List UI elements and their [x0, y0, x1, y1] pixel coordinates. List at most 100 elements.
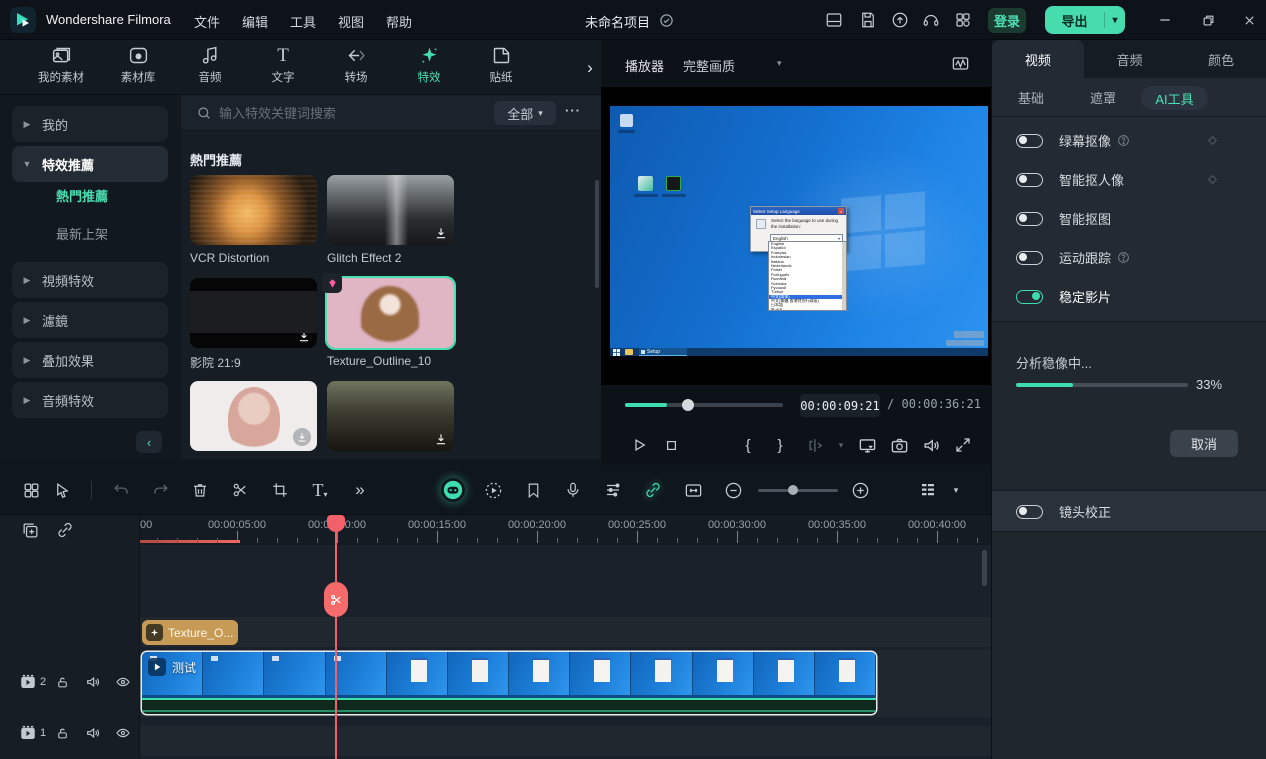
menu-view[interactable]: 视图 [327, 12, 375, 31]
voiceover-mic-button[interactable] [561, 478, 585, 502]
fit-timeline-button[interactable] [681, 478, 705, 502]
help-icon[interactable] [1117, 134, 1130, 147]
effect-thumbnail[interactable] [190, 381, 317, 451]
keyframe-diamond-icon[interactable] [1206, 134, 1219, 147]
mirror-screen-button[interactable] [855, 433, 879, 457]
sidebar-group-audio-effects[interactable]: ▶ 音頻特效 [12, 382, 168, 418]
render-preview-button[interactable] [481, 478, 505, 502]
sidebar-group-video-effects[interactable]: ▶ 視頻特效 [12, 262, 168, 298]
ai-copilot-button[interactable] [441, 478, 465, 502]
playhead-scissors-button[interactable] [324, 582, 348, 617]
lock-icon[interactable] [52, 723, 72, 743]
smart-cutout-toggle[interactable] [1016, 212, 1043, 226]
mute-icon[interactable] [83, 723, 103, 743]
tab-stock-media[interactable]: 素材库 [108, 45, 168, 91]
delete-button[interactable] [188, 478, 212, 502]
tab-text[interactable]: T 文字 [253, 45, 313, 91]
export-chevron-icon[interactable]: ▾ [1105, 15, 1125, 26]
effect-item[interactable]: Glitch Effect 2 [327, 175, 454, 265]
keyframe-diamond-icon[interactable] [1206, 173, 1219, 186]
trim-chevron-icon[interactable]: ▾ [829, 433, 853, 457]
stop-button[interactable] [659, 433, 683, 457]
menu-file[interactable]: 文件 [183, 12, 231, 31]
save-icon[interactable] [858, 10, 878, 30]
track-lane-video2[interactable] [140, 617, 991, 647]
volume-button[interactable] [919, 433, 943, 457]
cloud-upload-icon[interactable] [890, 10, 910, 30]
menu-help[interactable]: 帮助 [375, 12, 423, 31]
play-button[interactable] [627, 433, 651, 457]
effect-thumbnail[interactable] [327, 381, 454, 451]
effects-scrollbar[interactable] [595, 180, 599, 288]
subtab-mask[interactable]: 遮罩 [1090, 88, 1116, 107]
seek-handle[interactable] [682, 399, 694, 411]
add-text-button[interactable]: T▾ [308, 478, 332, 502]
menu-tools[interactable]: 工具 [279, 12, 327, 31]
sidebar-group-mine[interactable]: ▶ 我的 [12, 106, 168, 142]
subtab-basic[interactable]: 基础 [1018, 88, 1044, 107]
download-icon[interactable] [297, 329, 311, 343]
mute-icon[interactable] [83, 672, 103, 692]
motion-tracking-toggle[interactable] [1016, 251, 1043, 265]
eye-icon[interactable] [113, 672, 133, 692]
zoom-slider[interactable] [758, 489, 838, 492]
timeline-ruler[interactable]: :00:0000:00:05:0000:00:10:0000:00:15:000… [0, 515, 991, 545]
language-option[interactable]: 한국어 [769, 308, 846, 311]
video-preview[interactable]: Select Setup Language × Select the langu… [601, 87, 991, 385]
add-track-icon[interactable] [20, 520, 40, 540]
zoom-in-button[interactable] [848, 478, 872, 502]
tab-stickers[interactable]: 贴纸 [471, 45, 531, 91]
auto-link-button[interactable] [641, 478, 665, 502]
effect-thumbnail[interactable] [190, 175, 317, 245]
tab-audio-props[interactable]: 音频 [1084, 40, 1176, 78]
search-input[interactable] [219, 101, 469, 125]
download-icon[interactable] [293, 428, 311, 446]
effect-thumbnail[interactable] [327, 278, 454, 348]
more-options-button[interactable]: ··· [565, 103, 581, 118]
menu-edit[interactable]: 编辑 [231, 12, 279, 31]
tab-audio[interactable]: 音频 [180, 45, 240, 91]
fullscreen-button[interactable] [951, 433, 975, 457]
media-tabs-expand-icon[interactable]: › [582, 58, 598, 78]
link-tracks-icon[interactable] [55, 520, 75, 540]
language-list[interactable]: EnglishEspañolFrançaisIndonesianItaliano… [768, 241, 847, 311]
marker-button[interactable] [521, 478, 545, 502]
media-grid-icon[interactable] [19, 478, 43, 502]
seek-bar[interactable] [625, 403, 783, 407]
tab-video[interactable]: 视频 [992, 40, 1084, 78]
export-button[interactable]: 导出 ▾ [1045, 6, 1125, 34]
crop-button[interactable] [268, 478, 292, 502]
login-button[interactable]: 登录 [988, 8, 1026, 33]
download-icon[interactable] [434, 432, 448, 446]
track-lane-audio1[interactable] [140, 726, 991, 756]
minimize-button[interactable] [1155, 10, 1175, 30]
effect-thumbnail[interactable] [190, 278, 317, 348]
eye-icon[interactable] [113, 723, 133, 743]
help-icon[interactable] [1117, 251, 1130, 264]
subtab-ai-tools[interactable]: AI工具 [1141, 86, 1208, 110]
sidebar-group-recommended[interactable]: ▼ 特效推薦 [12, 146, 168, 182]
video-clip-selected[interactable]: 测试 [142, 652, 876, 714]
restore-button[interactable] [1198, 10, 1218, 30]
more-tools-button[interactable]: » [348, 478, 372, 502]
smart-portrait-toggle[interactable] [1016, 173, 1043, 187]
effect-thumbnail[interactable] [327, 175, 454, 245]
lens-correction-toggle[interactable] [1016, 505, 1043, 519]
track-manager-chevron-icon[interactable]: ▾ [944, 478, 968, 502]
select-tool-icon[interactable] [50, 478, 74, 502]
track-manager-button[interactable] [916, 478, 940, 502]
tab-color[interactable]: 颜色 [1175, 40, 1266, 78]
undo-button[interactable] [109, 478, 133, 502]
sidebar-item-hot[interactable]: 熱門推薦 [56, 185, 108, 205]
greenscreen-toggle[interactable] [1016, 134, 1043, 148]
playhead-line[interactable] [335, 515, 337, 759]
effect-item[interactable] [327, 381, 454, 451]
audio-mixer-button[interactable] [601, 478, 625, 502]
zoom-out-button[interactable] [721, 478, 745, 502]
mark-out-button[interactable]: } [768, 433, 792, 457]
layout-panel-icon[interactable] [824, 10, 844, 30]
cancel-button[interactable]: 取消 [1170, 430, 1238, 457]
dialog-close-icon[interactable]: × [838, 208, 844, 214]
effect-item-selected[interactable]: Texture_Outline_10 [327, 278, 454, 368]
dialog-scrollbar[interactable] [842, 242, 846, 310]
